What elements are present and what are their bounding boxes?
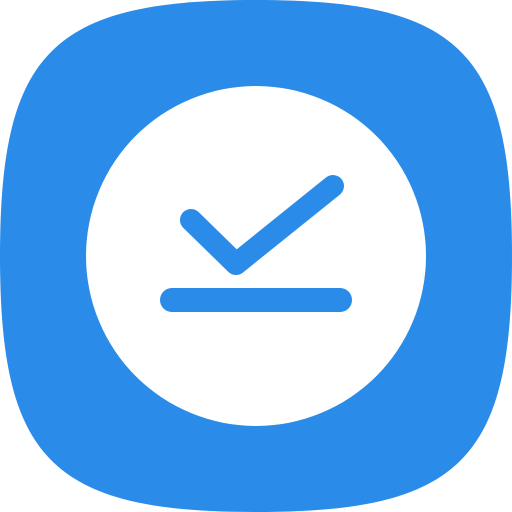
app-icon[interactable] (0, 0, 512, 512)
app-icon-canvas (0, 0, 512, 512)
